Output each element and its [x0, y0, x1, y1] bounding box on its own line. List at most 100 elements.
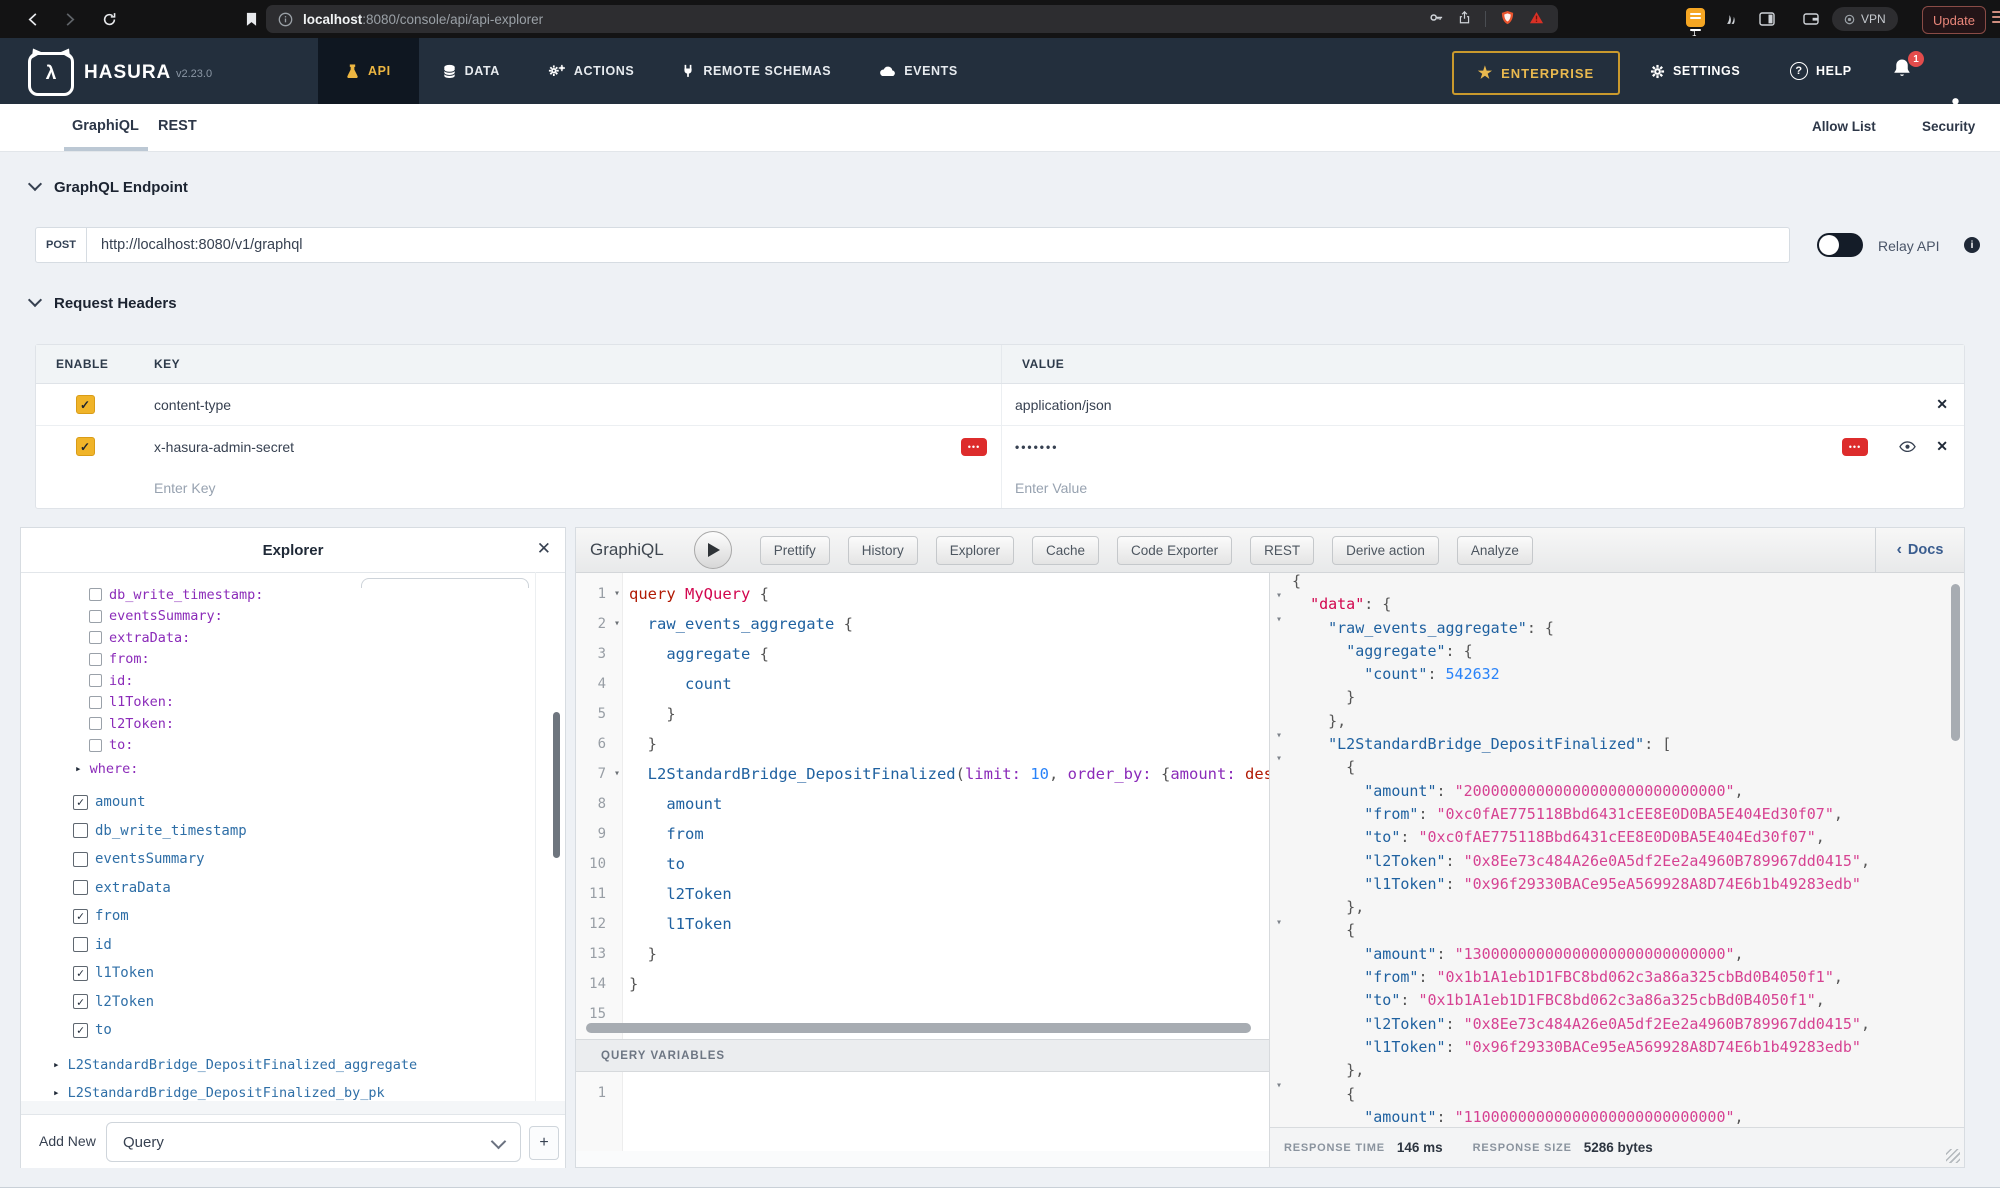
key-icon[interactable]	[1429, 10, 1444, 28]
field-checkbox[interactable]: ✓	[73, 994, 88, 1009]
request-headers-section-title[interactable]: Request Headers	[30, 295, 177, 312]
nav-item-data[interactable]: DATA	[419, 38, 524, 104]
explorer-field-item[interactable]: ✓amount	[21, 788, 565, 817]
enable-checkbox[interactable]: ✓	[76, 437, 95, 456]
toolbar-button-code-exporter[interactable]: Code Exporter	[1117, 536, 1232, 565]
add-operation-button[interactable]: +	[529, 1126, 559, 1160]
fold-icon[interactable]: ▾	[1276, 1080, 1282, 1091]
header-value-input[interactable]: application/json	[1015, 397, 1112, 413]
nav-item-events[interactable]: EVENTS	[855, 38, 982, 104]
notifications-button[interactable]: 1	[1892, 58, 1918, 84]
share-icon[interactable]	[1458, 11, 1471, 27]
toolbar-button-history[interactable]: History	[848, 536, 918, 565]
explorer-field-item[interactable]: ✓l2Token	[21, 988, 565, 1017]
toolbar-button-rest[interactable]: REST	[1250, 536, 1314, 565]
help-button[interactable]: ? HELP	[1790, 38, 1852, 104]
fold-icon[interactable]: ▾	[1276, 590, 1282, 601]
key-input[interactable]: Enter Key	[154, 480, 215, 496]
settings-button[interactable]: SETTINGS	[1650, 38, 1740, 104]
explorer-arg-item[interactable]: to:	[21, 735, 565, 757]
fold-icon[interactable]: ▾	[614, 759, 620, 789]
arg-checkbox[interactable]	[89, 696, 102, 709]
field-checkbox[interactable]	[73, 937, 88, 952]
nav-item-actions[interactable]: ACTIONS	[524, 38, 658, 104]
field-checkbox[interactable]: ✓	[73, 966, 88, 981]
back-icon[interactable]	[22, 9, 44, 29]
bookmark-icon[interactable]	[240, 9, 262, 29]
toolbar-button-explorer[interactable]: Explorer	[936, 536, 1014, 565]
tab-rest[interactable]: REST	[158, 118, 197, 134]
arg-checkbox[interactable]	[89, 653, 102, 666]
wallet-icon[interactable]	[1800, 9, 1822, 29]
toolbar-button-analyze[interactable]: Analyze	[1457, 536, 1533, 565]
execute-query-button[interactable]	[694, 531, 732, 569]
explorer-arg-item[interactable]: l2Token:	[21, 713, 565, 735]
explorer-collapsed-item[interactable]: ▸L2StandardBridge_DepositFinalized_by_pk	[21, 1079, 565, 1103]
brave-shield-icon[interactable]	[1500, 10, 1515, 28]
relay-api-toggle[interactable]	[1817, 233, 1863, 257]
explorer-arg-item[interactable]: l1Token:	[21, 692, 565, 714]
explorer-arg-item[interactable]: id:	[21, 670, 565, 692]
query-editor[interactable]: 1▾2▾34567▾89101112131415 query MyQuery {…	[576, 573, 1269, 1039]
url-bar[interactable]: localhost:8080/console/api/api-explorer	[266, 5, 1558, 33]
resize-grip[interactable]	[1946, 1149, 1960, 1163]
fold-icon[interactable]: ▾	[1276, 753, 1282, 764]
arg-checkbox[interactable]	[89, 717, 102, 730]
value-input[interactable]: Enter Value	[1015, 480, 1087, 496]
explorer-field-item[interactable]: id	[21, 931, 565, 960]
sidebar-icon[interactable]	[1756, 9, 1778, 29]
security-link[interactable]: Security	[1922, 119, 1975, 134]
field-checkbox[interactable]: ✓	[73, 795, 88, 810]
field-checkbox[interactable]: ✓	[73, 909, 88, 924]
fold-icon[interactable]: ▾	[614, 579, 620, 609]
field-checkbox[interactable]: ✓	[73, 1023, 88, 1038]
toolbar-button-cache[interactable]: Cache	[1032, 536, 1099, 565]
explorer-arg-item[interactable]: from:	[21, 649, 565, 671]
docs-button[interactable]: ‹ Docs	[1875, 528, 1964, 572]
update-button[interactable]: Update	[1922, 6, 1986, 34]
endpoint-url-input[interactable]	[87, 227, 1790, 263]
query-variables-editor[interactable]: 1	[576, 1072, 1269, 1151]
tab-graphiql[interactable]: GraphiQL	[72, 118, 139, 134]
toolbar-button-prettify[interactable]: Prettify	[760, 536, 830, 565]
query-variables-bar[interactable]: QUERY VARIABLES	[576, 1039, 1269, 1072]
fold-icon[interactable]: ▾	[1276, 614, 1282, 625]
explorer-field-item[interactable]: db_write_timestamp	[21, 817, 565, 846]
menu-icon[interactable]	[1992, 11, 2000, 25]
field-checkbox[interactable]	[73, 823, 88, 838]
arg-checkbox[interactable]	[89, 588, 102, 601]
explorer-field-item[interactable]: ✓from	[21, 902, 565, 931]
explorer-where-item[interactable]: ▸where:	[21, 757, 565, 780]
arg-checkbox[interactable]	[89, 610, 102, 623]
explorer-arg-item[interactable]: eventsSummary:	[21, 606, 565, 628]
notes-icon[interactable]: 1	[1686, 8, 1705, 27]
editor-horizontal-scrollbar[interactable]	[586, 1023, 1251, 1033]
remove-header-icon[interactable]: ✕	[1936, 396, 1948, 413]
explorer-field-item[interactable]: eventsSummary	[21, 845, 565, 874]
header-key-input[interactable]: content-type	[154, 397, 231, 413]
enable-checkbox[interactable]: ✓	[76, 395, 95, 414]
warning-triangle-icon[interactable]	[1529, 11, 1544, 27]
nav-item-remote-schemas[interactable]: REMOTE SCHEMAS	[658, 38, 855, 104]
operation-type-select[interactable]: Query	[106, 1122, 521, 1162]
header-value-input[interactable]: •••••••	[1015, 440, 1058, 454]
fold-icon[interactable]: ▾	[1276, 730, 1282, 741]
arg-checkbox[interactable]	[89, 631, 102, 644]
header-key-input[interactable]: x-hasura-admin-secret	[154, 439, 294, 455]
arg-checkbox[interactable]	[89, 739, 102, 752]
nav-item-api[interactable]: API	[318, 38, 419, 104]
toolbar-button-derive-action[interactable]: Derive action	[1332, 536, 1439, 565]
response-scrollbar[interactable]	[1951, 584, 1960, 741]
vpn-pill[interactable]: VPN	[1832, 7, 1898, 31]
forward-icon[interactable]	[58, 9, 80, 29]
close-icon[interactable]: ✕	[537, 539, 551, 559]
hasura-logo[interactable]: λ	[28, 52, 74, 96]
info-icon[interactable]: i	[1964, 237, 1980, 253]
arg-checkbox[interactable]	[89, 674, 102, 687]
remove-header-icon[interactable]: ✕	[1936, 438, 1948, 455]
endpoint-section-title[interactable]: GraphQL Endpoint	[30, 179, 188, 196]
enterprise-button[interactable]: ★ ENTERPRISE	[1452, 51, 1620, 95]
site-info-icon[interactable]	[278, 12, 293, 27]
fold-icon[interactable]: ▾	[614, 609, 620, 639]
eye-icon[interactable]	[1899, 439, 1916, 455]
